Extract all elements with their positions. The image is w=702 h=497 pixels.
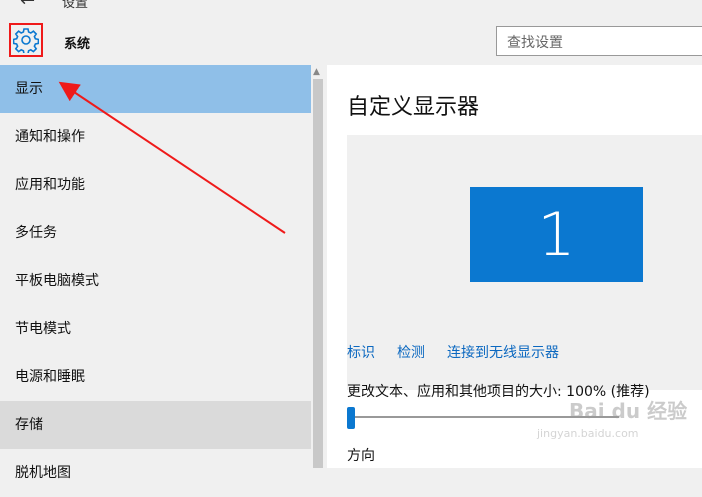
- window-caption: ← 设置: [0, 0, 702, 10]
- monitor-number: 1: [537, 199, 576, 270]
- back-arrow-icon[interactable]: ←: [20, 0, 35, 10]
- scroll-up-icon[interactable]: ▲: [313, 67, 320, 77]
- sidebar: 显示 通知和操作 应用和功能 多任务 平板电脑模式 节电模式 电源和睡眠 存储 …: [0, 65, 311, 481]
- sidebar-item-multitasking[interactable]: 多任务: [0, 209, 311, 257]
- page-title: 自定义显示器: [347, 95, 480, 120]
- identify-link[interactable]: 标识: [347, 342, 375, 362]
- gear-icon: [13, 28, 39, 53]
- sidebar-item-offline-maps[interactable]: 脱机地图: [0, 449, 311, 497]
- sidebar-item-battery-saver[interactable]: 节电模式: [0, 305, 311, 353]
- orientation-label: 方向: [347, 448, 375, 464]
- section-title: 系统: [64, 37, 91, 52]
- scale-slider-thumb[interactable]: [347, 407, 355, 429]
- watermark-brand: Bai du 经验: [569, 399, 688, 423]
- title-bar: ← 设置 系统 查找设置: [0, 0, 702, 64]
- detect-link[interactable]: 检测: [397, 342, 425, 362]
- sidebar-item-apps[interactable]: 应用和功能: [0, 161, 311, 209]
- search-input[interactable]: 查找设置: [496, 26, 702, 56]
- watermark-url: jingyan.baidu.com: [537, 427, 639, 440]
- sidebar-item-power-sleep[interactable]: 电源和睡眠: [0, 353, 311, 401]
- settings-gear-button[interactable]: [9, 23, 43, 57]
- sidebar-scrollbar[interactable]: ▲: [311, 65, 325, 468]
- baidu-watermark: Bai du 经验 jingyan.baidu.com: [537, 387, 687, 447]
- connect-wireless-display-link[interactable]: 连接到无线显示器: [447, 342, 559, 362]
- monitor-tile[interactable]: 1: [470, 187, 643, 282]
- sidebar-item-notifications[interactable]: 通知和操作: [0, 113, 311, 161]
- sidebar-item-tablet-mode[interactable]: 平板电脑模式: [0, 257, 311, 305]
- scroll-thumb[interactable]: [313, 79, 323, 468]
- sidebar-item-storage[interactable]: 存储: [0, 401, 311, 449]
- sidebar-item-display[interactable]: 显示: [0, 65, 311, 113]
- window-title: 设置: [62, 0, 89, 10]
